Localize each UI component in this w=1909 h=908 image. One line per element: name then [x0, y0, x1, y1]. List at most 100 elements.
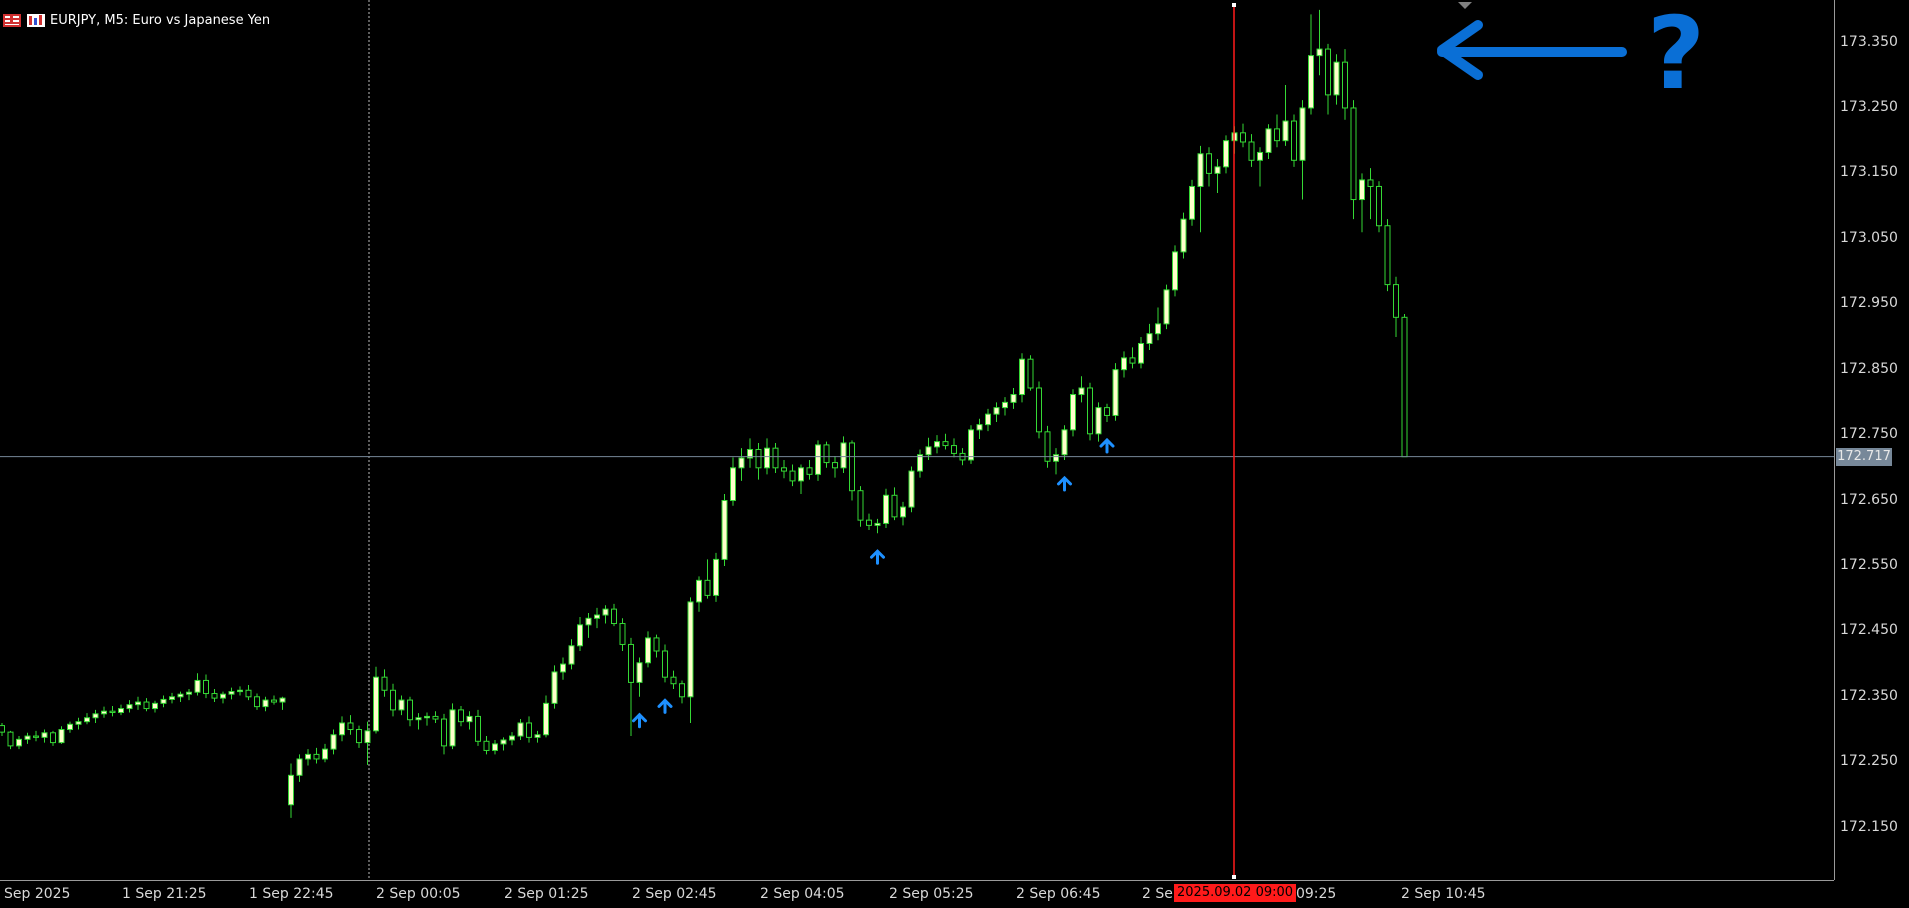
candle-body [1367, 179, 1374, 187]
price-tick-label: 173.350 [1840, 33, 1898, 50]
candle-body [1376, 185, 1382, 227]
candle-body [1316, 48, 1323, 57]
chart-type-icon[interactable] [26, 12, 46, 28]
annotation-arrow [1437, 20, 1627, 80]
candle-body [305, 753, 311, 760]
candle-body [636, 662, 643, 683]
candle-body [1401, 316, 1408, 458]
candle-body [934, 441, 940, 448]
buy-arrow-icon [1099, 437, 1115, 454]
candle-body [0, 725, 5, 733]
crosshair-time-tag: 2025.09.02 09:00 [1174, 884, 1297, 902]
candle-body [985, 413, 991, 426]
candle-body [1189, 185, 1195, 220]
candle-body [1308, 55, 1314, 109]
candle-body [101, 710, 107, 715]
candle-body [126, 704, 133, 710]
price-tick-label: 172.950 [1840, 295, 1898, 312]
candle-body [415, 717, 422, 721]
candle-body [169, 696, 175, 700]
candle-body [390, 689, 396, 711]
candle-body [296, 758, 303, 776]
candle-body [1325, 48, 1331, 96]
chart-title: EURJPY, M5: Euro vs Japanese Yen [50, 12, 271, 28]
chart-menu-icon[interactable] [2, 12, 22, 28]
candle-body [789, 470, 796, 482]
candle-body [883, 494, 889, 524]
candle-body [330, 734, 337, 750]
candle-body [262, 699, 269, 708]
chart-area[interactable]: ? EURJPY, M5: Euro vs Japanese Yen [0, 0, 1834, 880]
candle-body [92, 713, 99, 719]
candle-body [568, 645, 575, 665]
candle-body [1240, 132, 1246, 143]
candle-body [500, 739, 507, 745]
candle-body [721, 500, 728, 560]
candle-body [458, 709, 464, 723]
candle-body [322, 748, 328, 760]
candle-body [1172, 251, 1178, 291]
candle-body [577, 624, 583, 647]
candle-body [194, 679, 201, 693]
candle-body [585, 617, 592, 626]
candle-body [483, 740, 490, 751]
candle-body [67, 723, 73, 731]
candle-body [356, 729, 362, 744]
candle-body [1274, 128, 1280, 142]
candle-body [645, 637, 651, 664]
candle-body [1257, 151, 1263, 161]
candle-body [755, 448, 762, 469]
current-price-tag: 172.717 [1836, 447, 1892, 466]
candle-body [534, 734, 541, 738]
crosshair-bottom-marker [1232, 875, 1236, 879]
candle-body [441, 718, 447, 747]
candle-body [381, 676, 388, 691]
candle-body [424, 715, 430, 719]
candle-body [815, 444, 821, 475]
candle-body [764, 447, 770, 469]
price-tick-label: 172.250 [1840, 753, 1898, 770]
candle-body [1002, 401, 1008, 409]
candle-body [1299, 107, 1306, 161]
candle-body [1036, 387, 1042, 433]
price-tick-label: 172.350 [1840, 687, 1898, 704]
candle-body [832, 462, 838, 469]
candle-body [1138, 342, 1144, 364]
time-tick-label: 1 Sep 22:45 [249, 886, 334, 902]
candle-body [407, 699, 413, 721]
candle-body [1095, 407, 1102, 435]
candle-body [713, 558, 719, 596]
candle-body [696, 579, 702, 603]
price-axis[interactable]: 173.350 173.250 173.150 173.050 172.950 172.8… [1834, 0, 1909, 880]
candle-body [135, 701, 141, 706]
candle-body [1053, 454, 1059, 462]
candle-body [1265, 128, 1272, 153]
buy-arrow-icon [632, 712, 647, 729]
price-tick-label: 172.650 [1840, 491, 1898, 508]
candle-body [398, 699, 405, 711]
candle-body [279, 697, 286, 703]
candle-body [373, 676, 379, 732]
candle-body [1291, 120, 1297, 161]
candle-body [475, 715, 481, 742]
candle-body [1206, 153, 1212, 174]
candle-body [41, 732, 48, 738]
candle-body [942, 441, 949, 447]
candle-body [492, 743, 498, 751]
candle-body [449, 709, 456, 747]
candle-body [526, 722, 532, 738]
time-axis[interactable]: Sep 2025 1 Sep 21:25 1 Sep 22:45 2 Sep 00:0… [0, 880, 1834, 908]
candle-body [1223, 140, 1229, 168]
candle-body [1384, 225, 1391, 286]
price-plot[interactable]: ? [0, 0, 1834, 880]
candle-body [211, 693, 218, 699]
candle-body [687, 601, 694, 698]
candle-body [1342, 61, 1348, 109]
time-tick-label: 2 Sep 04:05 [760, 886, 845, 902]
candle-body [738, 457, 745, 469]
candle-body [466, 715, 473, 723]
candle-body [993, 407, 1000, 415]
candle-body [271, 699, 277, 703]
chart-window[interactable]: ? EURJPY, M5: Euro vs Japanese Yen 173.3… [0, 0, 1909, 908]
candle-body [1104, 407, 1110, 416]
